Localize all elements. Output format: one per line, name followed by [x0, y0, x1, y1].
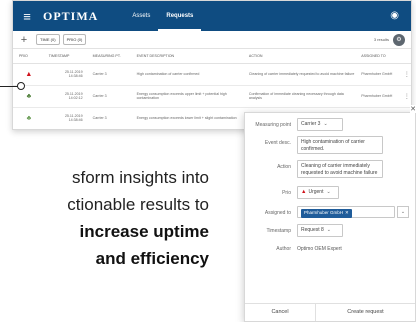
- copy-line-1: sform insights into: [72, 168, 209, 187]
- results-count: 3 results: [373, 37, 389, 42]
- hamburger-menu-icon[interactable]: ≡: [15, 9, 39, 24]
- urgent-warning-icon: ▲: [25, 70, 33, 78]
- create-request-button[interactable]: Create request: [315, 304, 415, 321]
- row-more-icon[interactable]: ⋮: [398, 63, 411, 86]
- action-cell: Confirmation of immediate cleaning neces…: [244, 85, 358, 108]
- filter-bar: + TIME (0) PRIO (0) 3 results ⚙: [13, 31, 411, 49]
- plus-icon[interactable]: +: [15, 34, 33, 46]
- assigned-cell: Pharmhuber GmbH: [357, 85, 399, 108]
- timestamp-select[interactable]: Request 8 ⌄: [297, 224, 343, 237]
- form-button-bar: Cancel Create request: [245, 303, 415, 321]
- column-header-timestamp[interactable]: TIMESTAMP: [44, 49, 89, 64]
- timestamp-time: 14:02:12: [68, 96, 83, 100]
- prio-value: Urgent: [308, 189, 324, 195]
- author-row: Author Optimo OEM Expert: [245, 241, 416, 257]
- measuring-point-cell: Carrier 3: [88, 63, 133, 86]
- measuring-point-cell: Carrier 3: [88, 85, 133, 108]
- copy-line-4: and efficiency: [95, 249, 209, 268]
- table-header-row: PRIO TIMESTAMP MEASURING PT. EVENT DESCR…: [13, 49, 411, 64]
- plant-icon: ♣: [26, 92, 32, 100]
- urgent-warning-icon: ▲: [301, 189, 307, 195]
- timestamp-label: Timestamp: [266, 228, 291, 234]
- tab-assets[interactable]: Assets: [124, 1, 158, 31]
- filter-chip-prio[interactable]: PRIO (0): [62, 34, 87, 45]
- copy-line-2: ctionable results to: [67, 195, 209, 214]
- event-row: Event desc. High contamination of carrie…: [245, 135, 416, 154]
- tab-requests[interactable]: Requests: [158, 1, 202, 31]
- create-request-panel: ✕ Measuring point Carrier 3 ⌄ Event desc.…: [244, 105, 416, 322]
- cancel-button[interactable]: Cancel: [245, 304, 315, 321]
- column-header-assigned-to[interactable]: ASSIGNED TO: [357, 49, 399, 64]
- prio-cell: ♣: [13, 107, 45, 129]
- callout-dot: [17, 82, 25, 90]
- timestamp-row: Timestamp Request 8 ⌄: [245, 223, 416, 239]
- row-more-icon[interactable]: ⋮: [398, 85, 411, 108]
- assigned-cell: Pharmhuber GmbH: [357, 63, 399, 86]
- plant-icon: ♣: [26, 114, 32, 122]
- column-header-action[interactable]: ACTION: [244, 49, 358, 64]
- measuring-point-select[interactable]: Carrier 3 ⌄: [297, 118, 343, 131]
- timestamp-cell: 25.11.2019 14:38:46: [44, 107, 89, 129]
- chevron-down-icon: ⌄: [326, 189, 331, 195]
- column-header-prio[interactable]: PRIO: [13, 49, 45, 64]
- requests-window: ≡ OPTIMA Assets Requests ◉ + TIME (0) PR…: [12, 0, 412, 130]
- assigned-multiselect[interactable]: Pharmhuber GmbH ✕: [297, 206, 395, 218]
- assigned-label: Assigned to: [264, 210, 291, 216]
- measuring-point-cell: Carrier 3: [88, 107, 133, 129]
- prio-row: Prio ▲ Urgent ⌄: [245, 185, 416, 201]
- app-brand: OPTIMA: [43, 8, 99, 23]
- event-cell: High contamination of carrier confirmed: [132, 63, 245, 86]
- table-row[interactable]: ▲ 25.11.2019 14:38:46 Carrier 3 High con…: [13, 63, 411, 86]
- timestamp-cell: 25.11.2019 14:38:46: [44, 63, 89, 86]
- assigned-row: Assigned to Pharmhuber GmbH ✕ ⌄: [245, 205, 416, 221]
- measuring-point-value: Carrier 3: [301, 121, 321, 127]
- author-value: Optimo OEM Expert: [297, 246, 342, 252]
- assignee-tag[interactable]: Pharmhuber GmbH ✕: [301, 209, 352, 218]
- copy-line-3: increase uptime: [79, 222, 209, 241]
- timestamp-value: Request 8: [301, 227, 324, 233]
- filter-chip-time[interactable]: TIME (0): [36, 34, 60, 45]
- action-row: Action Cleaning of carrier immediately r…: [245, 159, 416, 178]
- event-cell: Energy consumption exceeds upper limit +…: [132, 85, 245, 108]
- close-icon[interactable]: ✕: [410, 105, 416, 113]
- assignee-tag-label: Pharmhuber GmbH: [304, 210, 344, 215]
- chevron-down-icon: ⌄: [323, 121, 328, 127]
- table-row[interactable]: ♣ 25.11.2019 14:02:12 Carrier 3 Energy c…: [13, 85, 411, 108]
- column-header-measuring-point[interactable]: MEASURING PT.: [88, 49, 133, 64]
- timestamp-cell: 25.11.2019 14:02:12: [44, 85, 89, 108]
- action-cell: Cleaning of carrier immediately requeste…: [244, 63, 358, 86]
- timestamp-time: 14:38:46: [68, 118, 83, 122]
- author-label: Author: [276, 246, 291, 252]
- user-icon[interactable]: ◉: [390, 10, 399, 21]
- chevron-down-icon[interactable]: ⌄: [397, 206, 409, 218]
- column-header-event-description[interactable]: EVENT DESCRIPTION: [132, 49, 245, 64]
- remove-tag-icon[interactable]: ✕: [345, 210, 349, 215]
- event-label: Event desc.: [264, 140, 291, 146]
- action-label: Action: [277, 164, 291, 170]
- timestamp-time: 14:38:46: [68, 74, 83, 78]
- prio-label: Prio: [282, 190, 291, 196]
- event-field[interactable]: High contamination of carrier confirmed.: [297, 136, 383, 154]
- measuring-point-label: Measuring point: [255, 122, 291, 128]
- measuring-point-row: Measuring point Carrier 3 ⌄: [245, 117, 416, 133]
- app-header: ≡ OPTIMA Assets Requests ◉: [13, 1, 411, 31]
- action-field[interactable]: Cleaning of carrier immediately requeste…: [297, 160, 383, 178]
- prio-select[interactable]: ▲ Urgent ⌄: [297, 186, 339, 199]
- event-cell: Energy consumption exceeds lower limit +…: [132, 107, 245, 129]
- settings-icon[interactable]: ⚙: [393, 34, 405, 46]
- prio-cell: ▲: [13, 63, 45, 86]
- chevron-down-icon: ⌄: [326, 227, 331, 233]
